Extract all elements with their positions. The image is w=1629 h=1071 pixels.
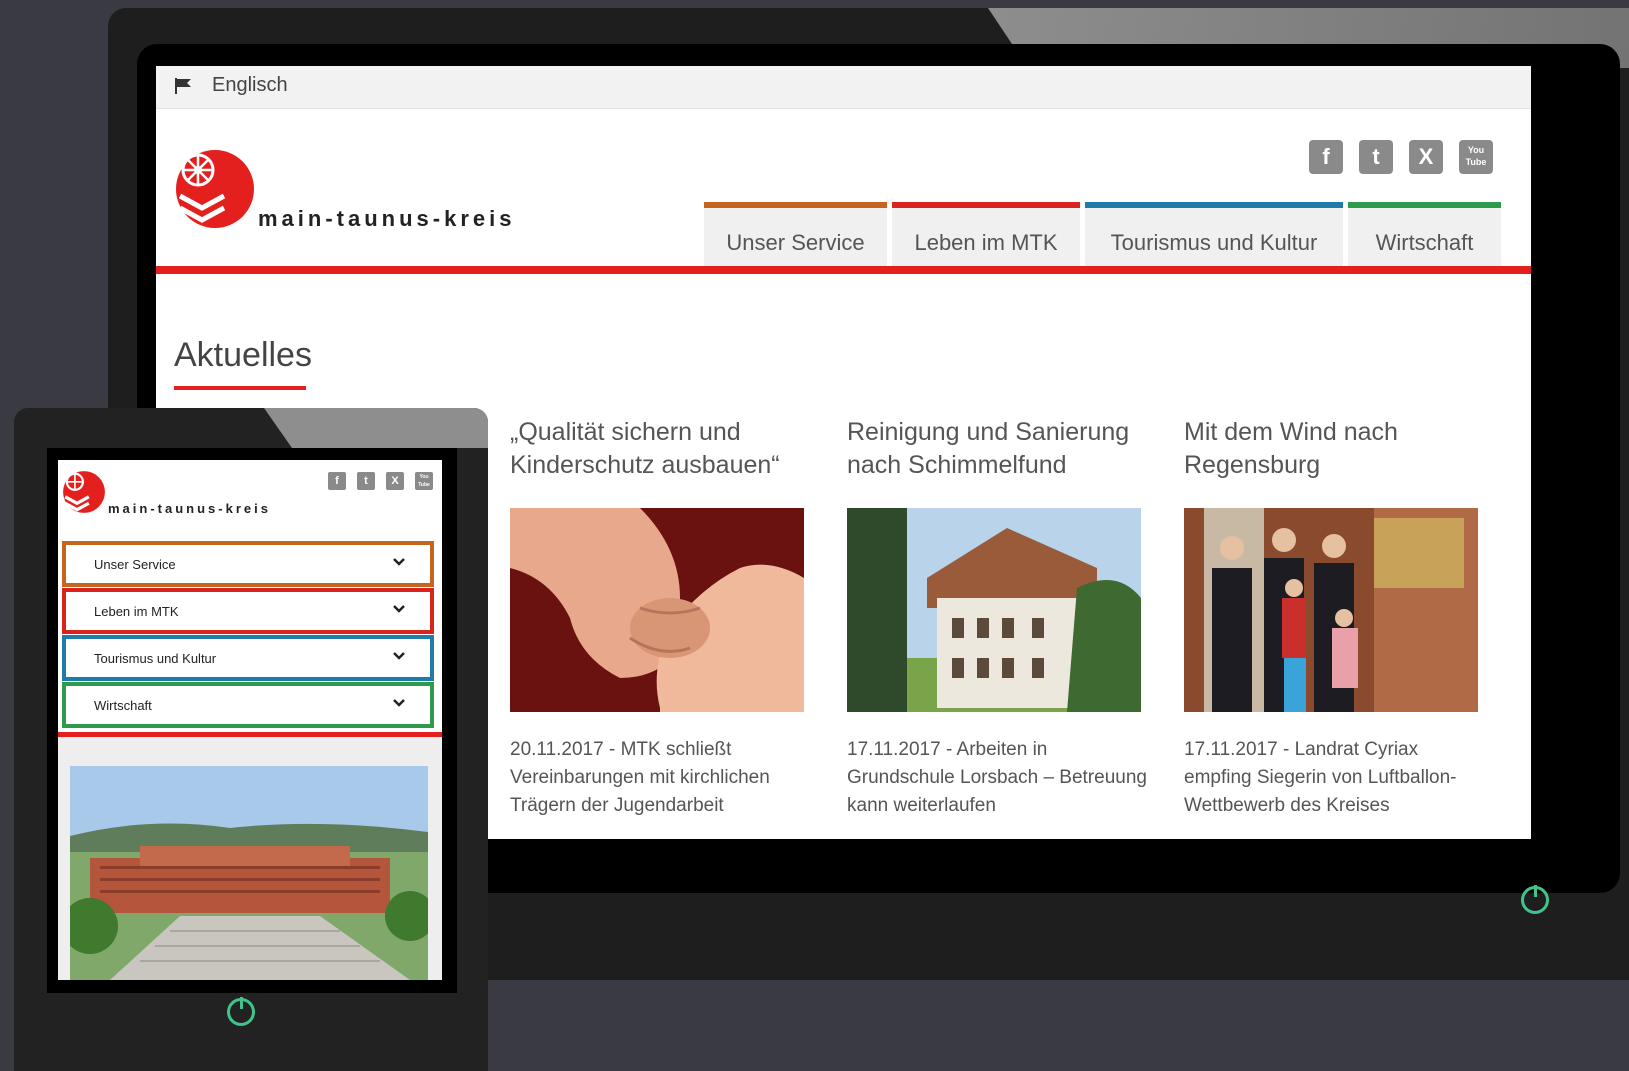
section-title: Aktuelles bbox=[174, 336, 312, 374]
monitor-power-icon[interactable] bbox=[1521, 885, 1549, 914]
chevron-down-icon[interactable] bbox=[392, 696, 406, 710]
facebook-icon[interactable]: f bbox=[328, 472, 346, 490]
xing-icon[interactable]: X bbox=[386, 472, 404, 490]
landratsamt-aerial-photo[interactable] bbox=[70, 766, 428, 980]
chevron-down-icon[interactable] bbox=[392, 649, 406, 663]
nav-tab-unser-service[interactable]: Unser Service bbox=[704, 202, 887, 268]
menu-item-label: Tourismus und Kultur bbox=[94, 651, 217, 666]
chevron-down-icon[interactable] bbox=[392, 602, 406, 616]
section-underline bbox=[174, 386, 306, 390]
news-image-school-building[interactable] bbox=[847, 508, 1141, 712]
menu-item-wirtschaft[interactable]: Wirtschaft bbox=[62, 682, 434, 728]
news-teaser: 17.11.2017 - Landrat Cyriax empfing Sieg… bbox=[1184, 739, 1457, 816]
menu-item-leben-im-mtk[interactable]: Leben im MTK bbox=[62, 588, 434, 634]
language-bar: Englisch bbox=[156, 66, 1531, 109]
news-title[interactable]: Mit dem Wind nach Regensburg bbox=[1184, 416, 1484, 496]
tablet-device: main-taunus-kreis f t X You Tube Unser S… bbox=[14, 408, 488, 1071]
news-teaser: 17.11.2017 - Arbeiten in Grundschule Lor… bbox=[847, 739, 1147, 816]
news-image-group-photo[interactable] bbox=[1184, 508, 1478, 712]
news-item[interactable]: „Qualität sichern und Kinderschutz ausba… bbox=[510, 416, 810, 820]
menu-item-label: Leben im MTK bbox=[94, 604, 179, 619]
news-image-hands[interactable] bbox=[510, 508, 804, 712]
xing-icon[interactable]: X bbox=[1409, 140, 1443, 174]
mtk-logo[interactable] bbox=[62, 470, 106, 514]
youtube-icon[interactable]: You Tube bbox=[1459, 140, 1493, 174]
chevron-down-icon[interactable] bbox=[392, 555, 406, 569]
news-title[interactable]: Reinigung und Sanierung nach Schimmelfun… bbox=[847, 416, 1147, 496]
news-title[interactable]: „Qualität sichern und Kinderschutz ausba… bbox=[510, 416, 810, 496]
nav-tab-wirtschaft[interactable]: Wirtschaft bbox=[1348, 202, 1501, 268]
news-teaser: 20.11.2017 - MTK schließt Vereinbarungen… bbox=[510, 739, 770, 816]
nav-tab-tourismus-und-kultur[interactable]: Tourismus und Kultur bbox=[1085, 202, 1343, 268]
youtube-icon[interactable]: You Tube bbox=[415, 472, 433, 490]
tablet-glare bbox=[264, 408, 488, 448]
tablet-screen: main-taunus-kreis f t X You Tube Unser S… bbox=[58, 460, 442, 980]
facebook-icon[interactable]: f bbox=[1309, 140, 1343, 174]
news-item[interactable]: Mit dem Wind nach Regensburg 17.11.2017 bbox=[1184, 416, 1484, 820]
menu-item-tourismus-und-kultur[interactable]: Tourismus und Kultur bbox=[62, 635, 434, 681]
mtk-logo[interactable] bbox=[174, 148, 256, 230]
flag-icon bbox=[175, 78, 191, 94]
brand-name[interactable]: main-taunus-kreis bbox=[258, 206, 516, 232]
news-item[interactable]: Reinigung und Sanierung nach Schimmelfun… bbox=[847, 416, 1147, 820]
header-red-line bbox=[156, 266, 1531, 274]
menu-item-label: Wirtschaft bbox=[94, 698, 152, 713]
language-link[interactable]: Englisch bbox=[212, 74, 288, 97]
twitter-icon[interactable]: t bbox=[1359, 140, 1393, 174]
tablet-power-icon[interactable] bbox=[227, 997, 255, 1026]
nav-tab-leben-im-mtk[interactable]: Leben im MTK bbox=[892, 202, 1080, 268]
twitter-icon[interactable]: t bbox=[357, 472, 375, 490]
menu-item-label: Unser Service bbox=[94, 557, 176, 572]
brand-name[interactable]: main-taunus-kreis bbox=[108, 501, 271, 516]
menu-item-unser-service[interactable]: Unser Service bbox=[62, 541, 434, 587]
